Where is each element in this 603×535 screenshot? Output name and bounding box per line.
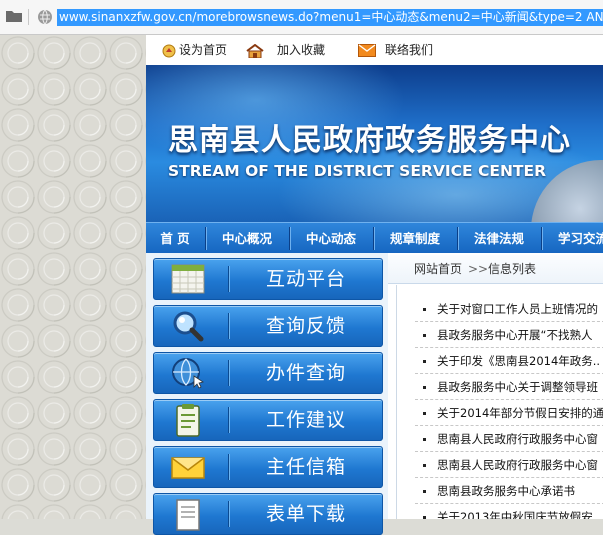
set-home-link[interactable]: 设为首页 [162,41,227,59]
nav-item-learning[interactable]: 学习交流 [543,223,603,254]
nav-divider [205,227,206,250]
news-item[interactable]: 县政务服务中心关于调整领导班 [437,377,598,397]
menu-label: 主任信箱 [265,456,346,478]
top-links-bar: 设为首页 加入收藏 联络我们 [146,35,603,65]
browser-address-bar: www.sinanxzfw.gov.cn/morebrowsnews.do?me… [0,0,603,35]
list-bullet [423,412,426,415]
nav-divider [373,227,374,250]
news-item[interactable]: 思南县人民政府行政服务中心窗 [437,429,598,449]
list-bullet [423,308,426,311]
menu-button-interaction[interactable]: 互动平台 [153,258,383,300]
news-item[interactable]: 关于2014年部分节假日安排的通 [437,403,603,423]
site-title: 思南县人民政府政务服务中心 [168,123,571,158]
document-icon [176,499,200,531]
list-divider [415,451,603,452]
content-panel: 网站首页 >> 信息列表 关于对窗口工作人员上班情况的 县政务服务中心开展“不找… [388,253,603,519]
list-bullet [423,360,426,363]
list-divider [415,347,603,348]
menu-divider [228,266,229,292]
list-bullet [423,386,426,389]
breadcrumb-separator: >> [468,262,489,276]
magnifier-icon [173,311,204,342]
breadcrumb-home[interactable]: 网站首页 [414,255,462,283]
menu-label: 工作建议 [265,409,346,431]
menu-label: 互动平台 [265,268,346,290]
home-hand-icon [162,44,176,57]
list-divider [415,503,603,504]
nav-item-rules[interactable]: 规章制度 [375,223,455,254]
globe-cursor-icon [172,358,204,389]
nav-item-home[interactable]: 首 页 [146,223,204,254]
menu-button-director-mailbox[interactable]: 主任信箱 [153,446,383,488]
menu-divider [228,360,229,386]
nav-item-overview[interactable]: 中心概况 [207,223,287,254]
menu-button-work-suggestion[interactable]: 工作建议 [153,399,383,441]
list-divider [415,425,603,426]
list-divider [415,477,603,478]
toolbar-separator [28,9,29,25]
menu-button-form-download[interactable]: 表单下载 [153,493,383,535]
page-background-pattern [0,35,146,519]
site-subtitle: STREAM OF THE DISTRICT SERVICE CENTER [168,162,547,180]
nav-divider [457,227,458,250]
header-banner: 思南县人民政府政务服务中心 STREAM OF THE DISTRICT SER… [146,65,603,222]
contact-link[interactable]: 联络我们 [358,41,433,59]
clipboard-icon [176,404,200,437]
calendar-icon [171,264,205,294]
news-item[interactable]: 县政务服务中心开展“不找熟人 [437,325,592,345]
list-bullet [423,490,426,493]
list-bullet [423,464,426,467]
menu-divider [228,407,229,433]
menu-label: 查询反馈 [265,315,346,337]
breadcrumb: 网站首页 >> 信息列表 [388,255,603,284]
mail-icon [358,44,376,57]
news-item[interactable]: 关于印发《思南县2014年政务.. [437,351,600,371]
menu-button-case-lookup[interactable]: 办件查询 [153,352,383,394]
globe-icon [38,9,52,25]
menu-divider [228,501,229,527]
left-menu: 互动平台 查询反馈 办件查询 工作建议 主任信箱 表单下载 [146,253,388,535]
menu-label: 表单下载 [265,503,346,525]
news-item[interactable]: 关于2013年中秋国庆节放假安 [437,507,593,519]
list-divider [415,399,603,400]
menu-divider [228,313,229,339]
list-divider [415,321,603,322]
url-field[interactable]: www.sinanxzfw.gov.cn/morebrowsnews.do?me… [57,9,603,26]
list-divider [415,373,603,374]
nav-divider [541,227,542,250]
nav-item-laws[interactable]: 法律法规 [459,223,539,254]
house-icon [246,43,264,58]
list-bullet [423,334,426,337]
news-item[interactable]: 关于对窗口工作人员上班情况的 [437,299,598,319]
menu-divider [228,454,229,480]
nav-item-news[interactable]: 中心动态 [291,223,371,254]
news-list: 关于对窗口工作人员上班情况的 县政务服务中心开展“不找熟人 关于印发《思南县20… [396,285,603,519]
news-item[interactable]: 思南县政务服务中心承诺书 [437,481,575,501]
menu-label: 办件查询 [265,362,346,384]
envelope-icon [171,457,205,479]
folder-icon[interactable] [6,10,22,22]
nav-divider [289,227,290,250]
breadcrumb-current: 信息列表 [488,262,537,276]
contact-label: 联络我们 [385,43,434,57]
menu-button-query-feedback[interactable]: 查询反馈 [153,305,383,347]
set-home-label: 设为首页 [179,43,228,57]
list-bullet [423,438,426,441]
add-favorite-label: 加入收藏 [277,43,326,57]
main-nav: 首 页 中心概况 中心动态 规章制度 法律法规 学习交流 [146,222,603,254]
news-item[interactable]: 思南县人民政府行政服务中心窗 [437,455,598,475]
add-favorite-link[interactable]: 加入收藏 [246,41,325,59]
